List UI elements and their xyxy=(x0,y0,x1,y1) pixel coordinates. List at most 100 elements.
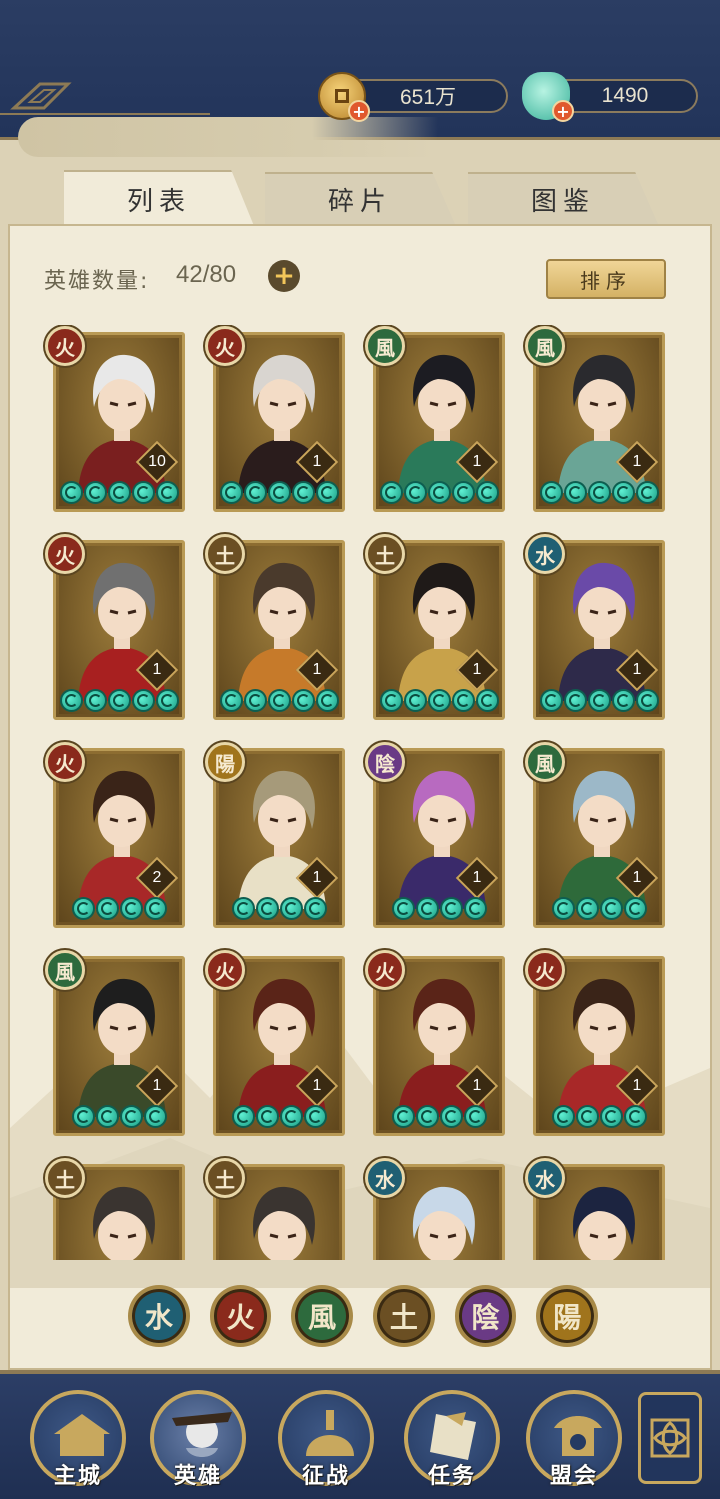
jade-star-icon xyxy=(463,897,487,920)
tab-fragments[interactable]: 碎片 xyxy=(265,172,455,224)
hero-count-bar xyxy=(18,117,438,157)
jade-star-icon xyxy=(403,689,427,712)
hero-portrait xyxy=(252,1186,315,1260)
jade-star-icon xyxy=(291,689,315,712)
hero-star-rating xyxy=(376,897,502,920)
jade-star-icon xyxy=(267,689,291,712)
nav-label: 征战 xyxy=(301,1464,350,1489)
hero-star-rating xyxy=(56,897,182,920)
jade-star-icon xyxy=(95,1105,119,1128)
hero-level: 10 xyxy=(148,453,166,470)
add-jade-button[interactable]: + xyxy=(552,100,574,122)
hero-star-rating xyxy=(56,689,182,712)
cloud-pattern-decoration xyxy=(0,82,210,115)
hero-level: 1 xyxy=(472,1077,482,1094)
jade-star-icon xyxy=(611,689,635,712)
element-badge-fire: 火 xyxy=(205,950,245,990)
hero-level: 1 xyxy=(312,869,322,886)
element-badge-water: 水 xyxy=(525,534,565,574)
hero-level: 1 xyxy=(152,1077,162,1094)
hero-level: 1 xyxy=(312,1077,322,1094)
hero-level: 1 xyxy=(312,661,322,678)
element-badge-wind: 風 xyxy=(365,326,405,366)
jade-star-icon xyxy=(475,689,499,712)
jade-star-icon xyxy=(231,897,255,920)
hero-count-label: 英雄数量: xyxy=(44,269,150,294)
jade-star-icon xyxy=(611,481,635,504)
jade-star-icon xyxy=(427,689,451,712)
jade-star-icon xyxy=(439,897,463,920)
jade-star-icon xyxy=(391,897,415,920)
jade-star-icon xyxy=(243,689,267,712)
element-badge-wind: 風 xyxy=(525,326,565,366)
city-icon xyxy=(54,1414,110,1456)
jade-star-icon xyxy=(623,1105,647,1128)
hero-portrait xyxy=(572,1186,635,1260)
jade-star-icon xyxy=(539,481,563,504)
jade-star-icon xyxy=(143,1105,167,1128)
jade-star-icon xyxy=(83,481,107,504)
hero-star-rating xyxy=(376,689,502,712)
jade-star-icon xyxy=(463,1105,487,1128)
jade-star-icon xyxy=(415,1105,439,1128)
jade-star-icon xyxy=(635,481,659,504)
jade-star-icon xyxy=(599,897,623,920)
element-badge-water: 水 xyxy=(365,1158,405,1198)
filter-fire-button[interactable]: 火 xyxy=(209,1285,272,1347)
guild-icon xyxy=(554,1416,602,1456)
jade-star-icon xyxy=(71,897,95,920)
jade-star-icon xyxy=(551,1105,575,1128)
filter-earth-button[interactable]: 土 xyxy=(373,1285,435,1347)
element-filter-bar: 水火風土陰陽 xyxy=(128,1285,599,1349)
hero-star-rating xyxy=(536,689,662,712)
hero-level: 1 xyxy=(472,869,482,886)
more-menu-button[interactable] xyxy=(638,1392,702,1484)
jade-star-icon xyxy=(539,689,563,712)
element-badge-wind: 風 xyxy=(45,950,85,990)
jade-star-icon xyxy=(439,1105,463,1128)
hero-portrait xyxy=(412,1186,475,1260)
filter-yang-button[interactable]: 陽 xyxy=(536,1285,599,1347)
jade-star-icon xyxy=(255,1105,279,1128)
lattice-menu-icon xyxy=(650,1418,690,1458)
battle-icon xyxy=(306,1410,354,1456)
expand-hero-slots-button[interactable]: + xyxy=(268,260,300,292)
jade-star-icon xyxy=(379,481,403,504)
jade-star-icon xyxy=(59,689,83,712)
hero-portrait xyxy=(92,1186,155,1260)
add-coin-button[interactable]: + xyxy=(348,100,370,122)
jade-star-icon xyxy=(563,481,587,504)
filter-yin-button[interactable]: 陰 xyxy=(454,1285,517,1347)
element-badge-fire: 火 xyxy=(365,950,405,990)
jade-star-icon xyxy=(119,1105,143,1128)
jade-star-icon xyxy=(131,481,155,504)
jade-star-icon xyxy=(575,1105,599,1128)
tab-encyclopedia[interactable]: 图鉴 xyxy=(468,172,658,224)
hero-level: 1 xyxy=(632,869,642,886)
hero-grid: 10 火 1 火 1 風 1 風 1 火 1 土 1 土 1 水 2 火 1 陽… xyxy=(0,325,720,1260)
tab-list[interactable]: 列表 xyxy=(64,170,254,226)
element-badge-fire: 火 xyxy=(45,742,85,782)
jade-star-icon xyxy=(315,689,339,712)
jade-star-icon xyxy=(243,481,267,504)
element-badge-fire: 火 xyxy=(45,326,85,366)
hero-star-rating xyxy=(536,897,662,920)
jade-star-icon xyxy=(143,897,167,920)
nav-label: 英雄 xyxy=(173,1464,222,1489)
hero-level: 1 xyxy=(472,453,482,470)
nav-label: 任务 xyxy=(427,1464,476,1489)
sort-button[interactable]: 排序 xyxy=(546,259,666,299)
element-badge-water: 水 xyxy=(525,1158,565,1198)
element-badge-earth: 土 xyxy=(45,1158,85,1198)
jade-star-icon xyxy=(255,897,279,920)
jade-star-icon xyxy=(119,897,143,920)
jade-star-icon xyxy=(575,897,599,920)
jade-star-icon xyxy=(451,689,475,712)
filter-wind-button[interactable]: 風 xyxy=(291,1285,354,1347)
jade-star-icon xyxy=(475,481,499,504)
jade-star-icon xyxy=(71,1105,95,1128)
filter-water-button[interactable]: 水 xyxy=(128,1285,190,1347)
jade-star-icon xyxy=(59,481,83,504)
hero-star-rating xyxy=(216,1105,342,1128)
jade-amount: 1490 xyxy=(552,79,698,113)
